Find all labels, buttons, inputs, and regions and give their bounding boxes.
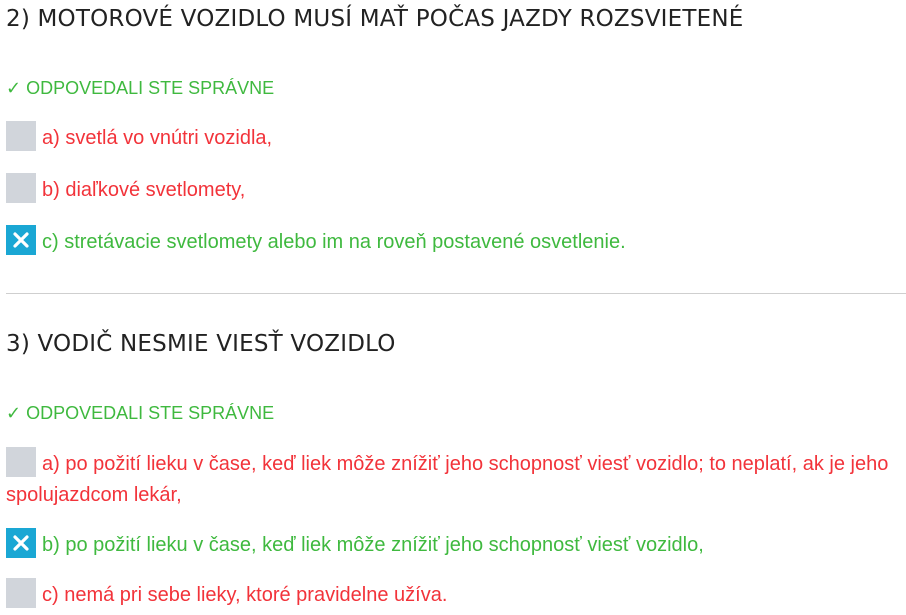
answer-status: ✓ ODPOVEDALI STE SPRÁVNE	[6, 403, 275, 423]
question-title: 2) MOTOROVÉ VOZIDLO MUSÍ MAŤ POČAS JAZDY…	[6, 6, 744, 32]
answer-option-a[interactable]: a) po požití lieku v čase, keď liek môže…	[6, 446, 900, 510]
checkbox-checked[interactable]	[6, 224, 36, 255]
answer-option-a[interactable]: a) svetlá vo vnútri vozidla,	[6, 120, 900, 154]
answer-label: c) nemá pri sebe lieky, ktoré pravidelne…	[42, 584, 448, 606]
checkbox[interactable]	[6, 577, 36, 608]
answer-label: b) diaľkové svetlomety,	[42, 179, 246, 201]
answer-option-c[interactable]: c) nemá pri sebe lieky, ktoré pravidelne…	[6, 577, 900, 611]
answer-label: a) po požití lieku v čase, keď liek môže…	[6, 453, 889, 506]
divider	[6, 293, 906, 294]
checkbox[interactable]	[6, 120, 36, 151]
answer-label: b) po požití lieku v čase, keď liek môže…	[42, 534, 704, 556]
answer-label: c) stretávacie svetlomety alebo im na ro…	[42, 231, 626, 253]
question-title: 3) VODIČ NESMIE VIESŤ VOZIDLO	[6, 331, 396, 357]
answer-option-b[interactable]: b) po požití lieku v čase, keď liek môže…	[6, 527, 900, 561]
cross-icon	[13, 232, 29, 248]
answer-status: ✓ ODPOVEDALI STE SPRÁVNE	[6, 78, 275, 98]
cross-icon	[13, 535, 29, 551]
checkbox-checked[interactable]	[6, 527, 36, 558]
checkbox[interactable]	[6, 172, 36, 203]
answer-option-b[interactable]: b) diaľkové svetlomety,	[6, 172, 900, 206]
answer-label: a) svetlá vo vnútri vozidla,	[42, 127, 273, 149]
checkbox[interactable]	[6, 446, 36, 477]
answer-option-c[interactable]: c) stretávacie svetlomety alebo im na ro…	[6, 224, 900, 258]
